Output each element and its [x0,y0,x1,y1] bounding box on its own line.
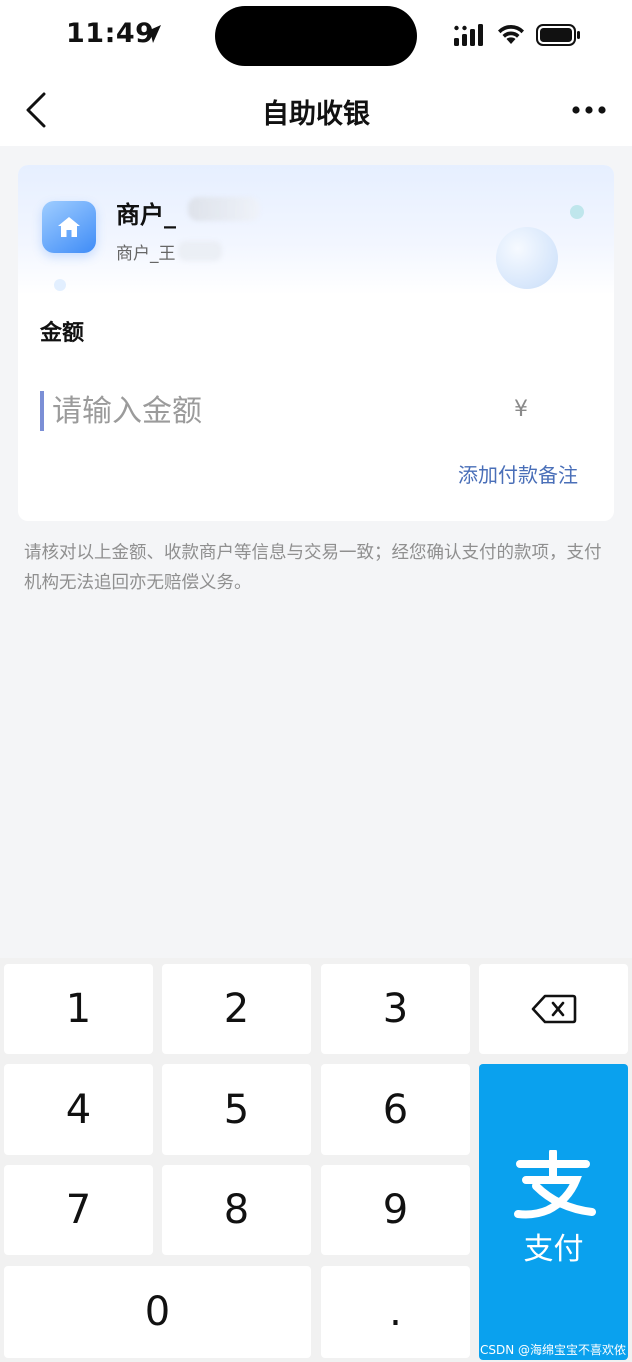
currency-symbol: ¥ [514,397,528,422]
wifi-icon [498,24,524,44]
merchant-subname: 商户_王 [116,244,176,264]
input-caret [40,391,44,431]
merchant-banner [18,165,614,295]
key-0[interactable]: 0 [4,1266,311,1358]
payment-notice: 请核对以上金额、收款商户等信息与交易一致；经您确认支付的款项，支付机构无法追回亦… [24,543,602,593]
decorative-dot [570,205,584,219]
numeric-keypad: 1 2 3 4 5 6 7 8 9 0 . 支付 CSDN @海绵宝宝不喜欢侬 [0,958,632,1362]
key-5[interactable]: 5 [162,1064,311,1155]
status-bar: 11:49 [0,0,632,72]
alipay-logo-icon [514,1150,596,1219]
amount-input[interactable] [52,387,472,435]
key-9[interactable]: 9 [321,1165,470,1255]
dynamic-island [215,6,417,66]
key-1[interactable]: 1 [4,964,153,1054]
key-4[interactable]: 4 [4,1064,153,1155]
cellular-signal-icon [454,24,483,46]
page-title: 自助收银 [262,99,370,130]
key-3[interactable]: 3 [321,964,470,1054]
battery-icon [536,24,580,46]
decorative-bubble [496,227,558,289]
key-7[interactable]: 7 [4,1165,153,1255]
key-6[interactable]: 6 [321,1064,470,1155]
more-dots-icon[interactable] [568,98,610,122]
key-2[interactable]: 2 [162,964,311,1054]
add-payment-note-link[interactable]: 添加付款备注 [458,459,578,488]
backspace-icon [531,994,576,1024]
key-8[interactable]: 8 [162,1165,311,1255]
merchant-name: 商户_ [116,201,176,229]
key-dot[interactable]: . [321,1266,470,1358]
home-icon [58,217,80,237]
redaction-mask [188,197,260,221]
payment-card: 商户_ 商户_王 金额 ¥ 添加付款备注 [18,165,614,521]
backspace-key[interactable] [479,964,628,1054]
merchant-avatar [42,201,96,253]
pay-button-label: 支付 [523,1232,584,1267]
redaction-mask [178,241,222,261]
amount-label: 金额 [40,321,85,346]
location-arrow-icon [143,25,161,43]
pay-button[interactable]: 支付 [479,1064,628,1360]
nav-bar: 自助收银 [0,72,632,146]
watermark: CSDN @海绵宝宝不喜欢侬 [479,1343,626,1357]
decorative-dot [54,279,66,291]
